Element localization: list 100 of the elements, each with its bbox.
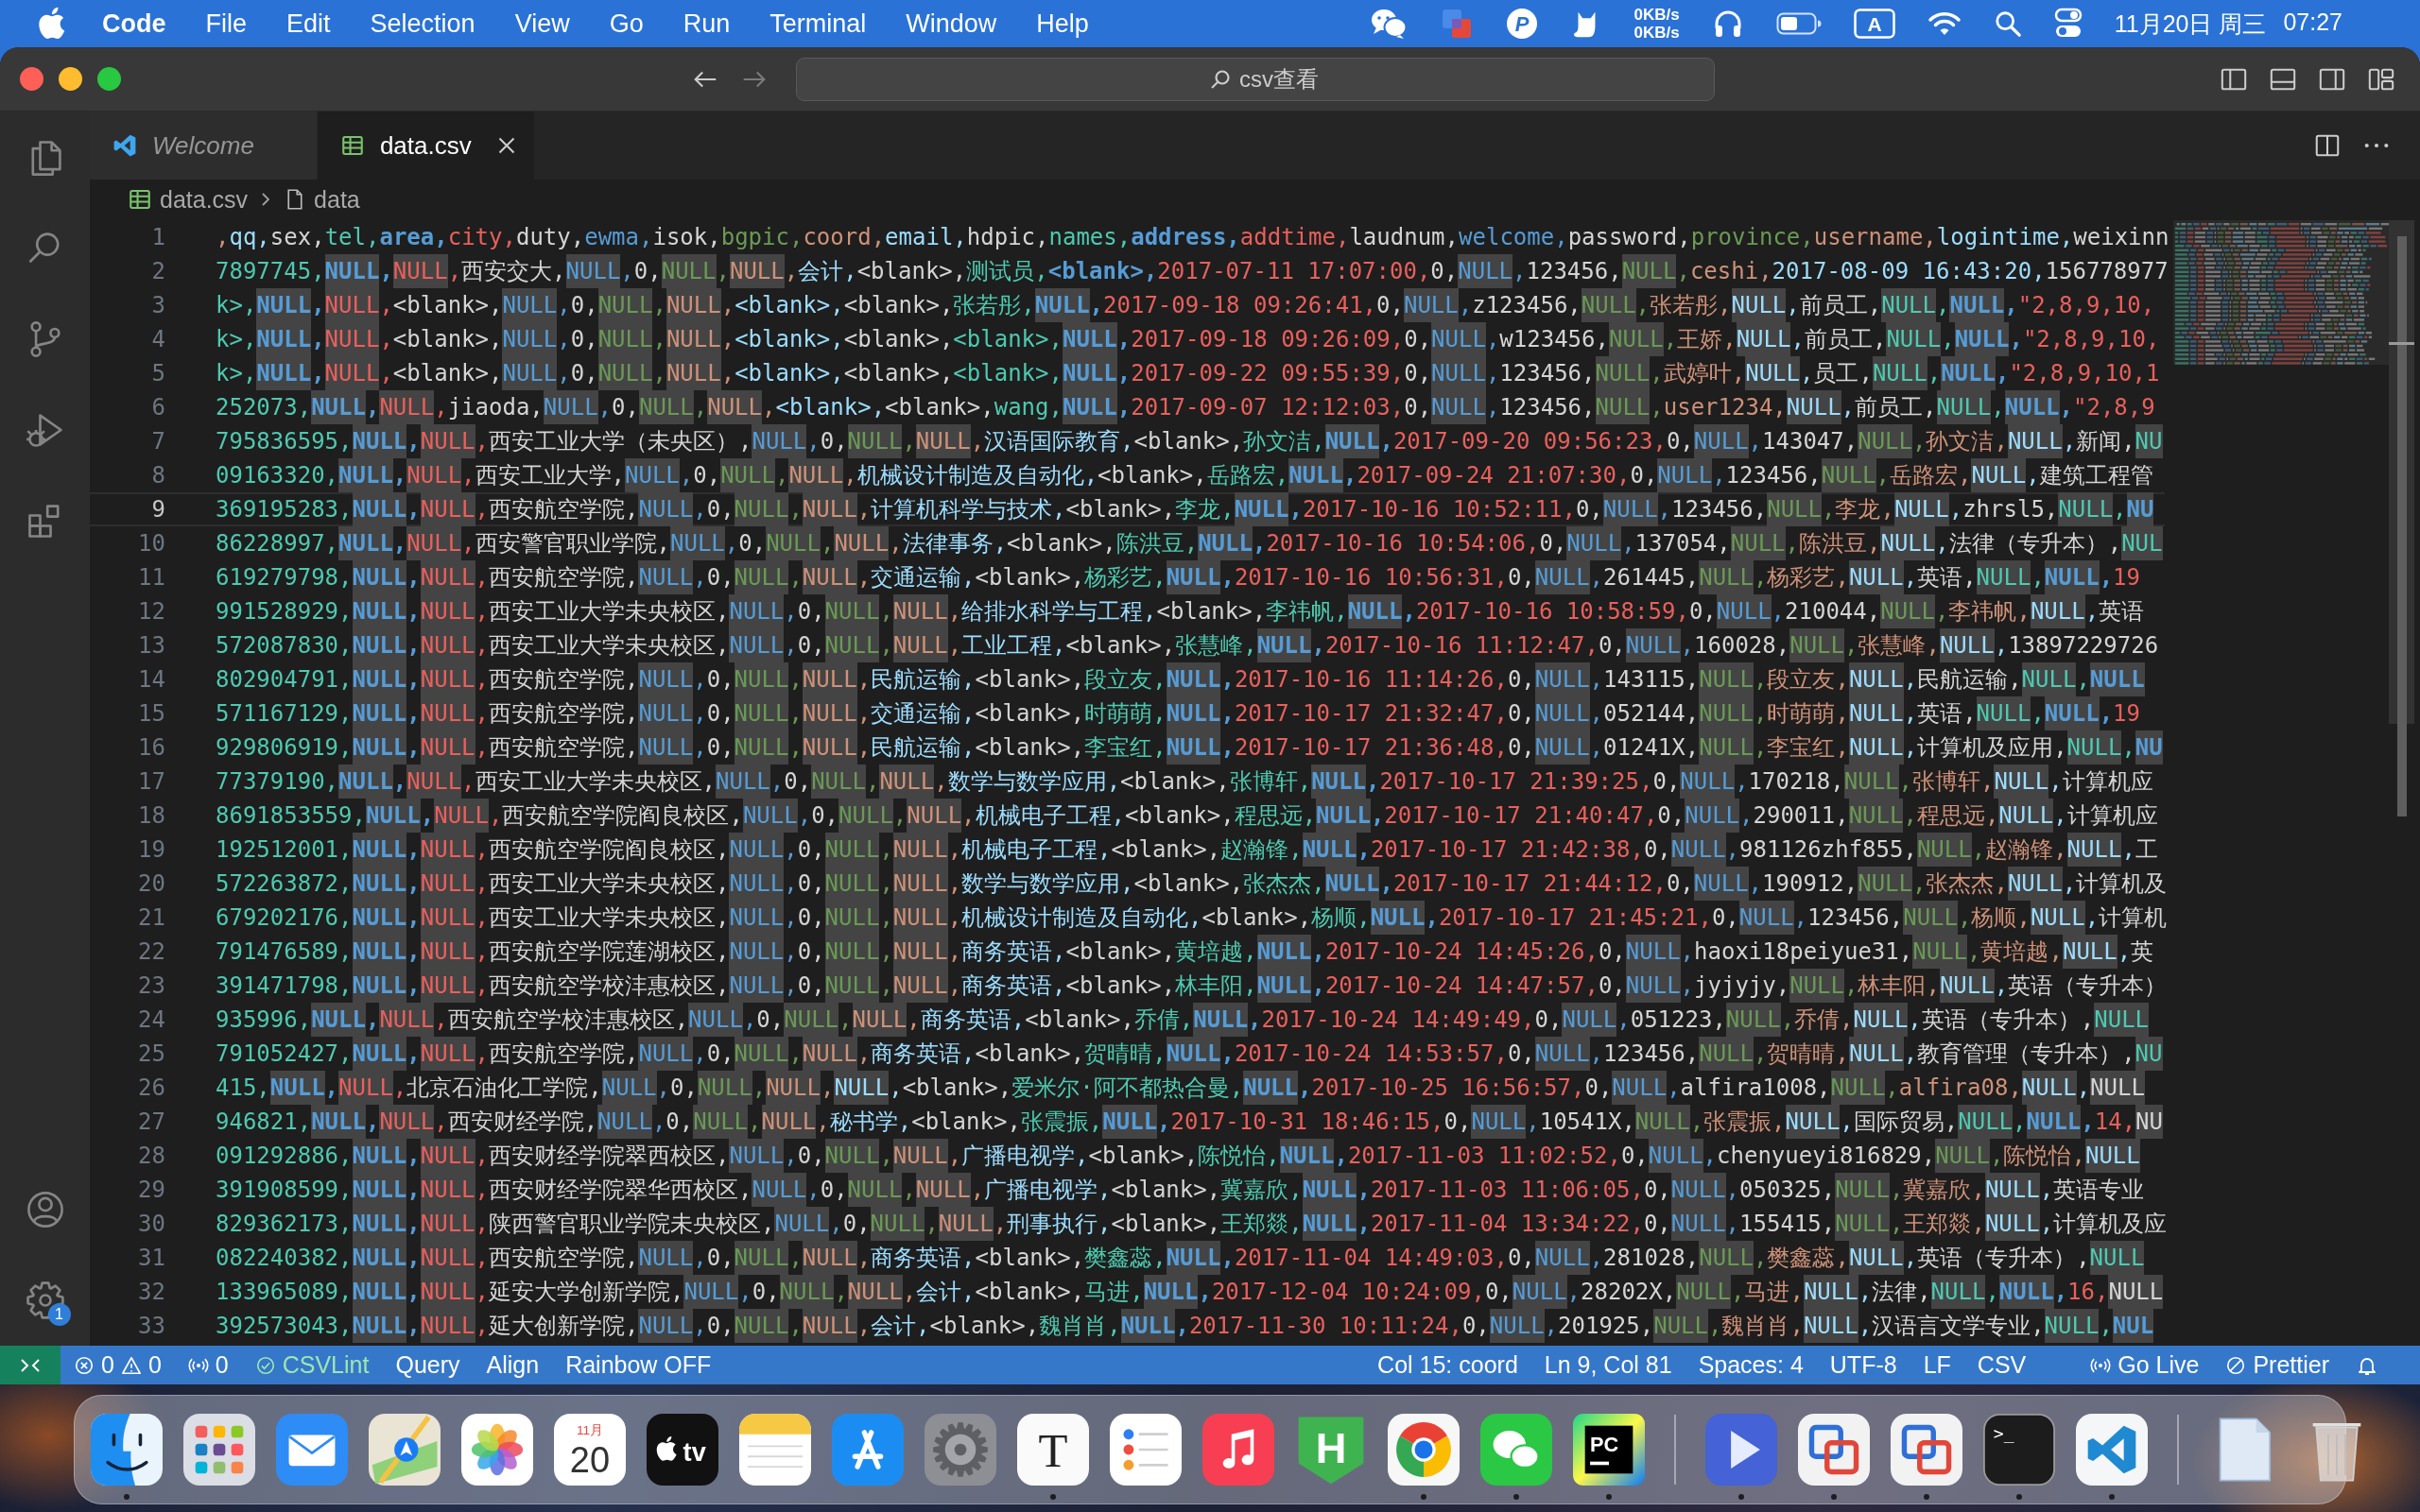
chat-bubbles-tile-icon[interactable] (1480, 1414, 1552, 1486)
status-bar-item[interactable]: CSV (1963, 1346, 2040, 1384)
gear-tile-icon[interactable] (925, 1414, 996, 1486)
line-number: 19 (137, 835, 165, 865)
music-note-tile-icon[interactable] (1202, 1414, 1274, 1486)
line-number: 1 (150, 223, 165, 252)
overlapping-squares-tile-icon[interactable] (1891, 1414, 1962, 1486)
search-icon[interactable] (1993, 9, 2022, 38)
status-bar-item[interactable]: Ln 9, Col 81 (1530, 1346, 1685, 1384)
notification-badge: 1 (47, 1303, 71, 1326)
map-tile-icon[interactable] (369, 1414, 441, 1486)
code-line: 86228997,NULL,NULL,西安警官职业学院,NULL,0,NULL,NULL,法律事务,<blank>,陈洪豆,NULL,2017-10-16 10:54:06,0,NULL,137054,NULL,陈洪豆,NULL,法律（专升本）,NUL (216, 526, 2163, 560)
status-bar-item[interactable]: Go Live (2077, 1346, 2213, 1384)
a-strokes-tile-icon[interactable] (832, 1414, 904, 1486)
menu-item[interactable]: Edit (286, 0, 331, 47)
slash-circle-icon (2225, 1354, 2247, 1376)
wifi-icon[interactable] (1927, 10, 1962, 37)
calendar-tile-icon[interactable]: 11月 20 (554, 1414, 626, 1486)
menu-item[interactable]: View (514, 0, 570, 47)
minimap-drawing[interactable] (2173, 220, 2389, 365)
menu-item[interactable]: Help (1036, 0, 1089, 47)
code-line: 935996,NULL,NULL,西安航空学校沣惠校区,NULL,0,NULL,NULL,商务英语,<blank>,乔倩,NULL,2017-10-24 14:49:49,0,NULL,051223,NULL,乔倩,NULL,英语（专升本）,NULL (216, 1003, 2150, 1037)
code-line: 391908599,NULL,NULL,西安财经学院翠华西校区,NULL,0,NULL,NULL,广播电视学,<blank>,冀嘉欣,NULL,2017-11-03 11:06:05,0,NULL,050325,NULL,冀嘉欣,NULL,英语专业 (216, 1173, 2145, 1207)
command-center-field[interactable]: csv查看 (796, 57, 1715, 101)
editor-tab[interactable]: data.csv (317, 112, 535, 180)
window-close-button[interactable] (20, 67, 43, 91)
line-number: 11 (137, 563, 165, 593)
chat-bubbles-icon[interactable] (1369, 8, 1408, 40)
status-bar-item[interactable]: Rainbow OFF (552, 1346, 725, 1384)
menu-item[interactable]: Terminal (769, 0, 867, 47)
app-menu[interactable]: Code (102, 0, 166, 47)
code-line: 791052427,NULL,NULL,西安航空学院,NULL,0,NULL,NULL,商务英语,<blank>,贺晴晴,NULL,2017-10-24 14:53:57,0,NULL,123456,NULL,贺晴晴,NULL,教育管理（专升本）,NU (216, 1037, 2163, 1071)
breadcrumb-item[interactable]: data (284, 185, 360, 214)
network-speed: 0KB/s (1634, 6, 1680, 24)
letter-tile-icon[interactable]: T (1017, 1414, 1089, 1486)
status-bar-item[interactable]: LF (1910, 1346, 1964, 1384)
code-line: 791476589,NULL,NULL,西安航空学院莲湖校区,NULL,0,NULL,NULL,商务英语,<blank>,黄培越,NULL,2017-10-24 14:45:26,0,NULL,haoxi18peiyue31,NULL,黄培越,NULL,英 (216, 935, 2154, 969)
grid-tile-icon[interactable] (183, 1414, 255, 1486)
line-number: 15 (137, 699, 165, 729)
line-number: 7 (150, 427, 165, 456)
code-line: 369195283,NULL,NULL,西安航空学院,NULL,0,NULL,NULL,计算机科学与技术,<blank>,李龙,NULL,2017-10-16 10:52:11,0,NULL,123456,NULL,李龙,NULL,zhrsl5,NULL,NU (216, 492, 2154, 526)
ribbon-tile-icon[interactable] (2076, 1414, 2148, 1486)
code-line: 802904791,NULL,NULL,西安航空学院,NULL,0,NULL,NULL,民航运输,<blank>,段立友,NULL,2017-10-16 11:14:26,0,NULL,143115,NULL,段立友,NULL,民航运输,NULL,NULL (216, 662, 2145, 696)
toggle-switches-icon[interactable] (2053, 8, 2083, 40)
settings-icon[interactable] (24, 1280, 66, 1321)
code-line: 09163320,NULL,NULL,西安工业大学,NULL,0,NULL,NULL,机械设计制造及自动化,<blank>,岳路宏,NULL,2017-09-24 21:07:30,0,NULL,123456,NULL,岳路宏,NULL,建筑工程管 (216, 458, 2153, 492)
overlapping-squares-tile-icon[interactable] (1798, 1414, 1870, 1486)
clock-time[interactable]: 07:27 (2283, 8, 2342, 40)
notepad-tile-icon[interactable] (739, 1414, 811, 1486)
envelope-tile-icon[interactable] (276, 1414, 348, 1486)
status-bar-item[interactable]: Prettier (2212, 1346, 2342, 1384)
terminal-tile-icon[interactable]: >_ (1983, 1414, 2055, 1486)
menu-item[interactable]: Selection (370, 0, 475, 47)
line-number: 25 (137, 1040, 165, 1069)
line-number: 2 (150, 257, 165, 286)
battery-icon[interactable] (1775, 11, 1822, 36)
date-text[interactable]: 11月20日 周三 (2114, 8, 2267, 40)
code-line: 619279798,NULL,NULL,西安航空学院,NULL,0,NULL,NULL,交通运输,<blank>,杨彩艺,NULL,2017-10-16 10:56:31,0,NULL,261445,NULL,杨彩艺,NULL,英语,NULL,NULL,19 (216, 560, 2140, 594)
code-line: 8691853559,NULL,NULL,西安航空学院阎良校区,NULL,0,NULL,NULL,机械电子工程,<blank>,程思远,NULL,2017-10-17 21:40:47,0,NULL,290011,NULL,程思远,NULL,计算机应 (216, 799, 2158, 833)
editor-tab[interactable]: Welcome (90, 112, 318, 180)
breadcrumb-item[interactable]: data.csv (128, 185, 249, 214)
checklist-tile-icon[interactable] (1110, 1414, 1182, 1486)
code-line: 829362173,NULL,NULL,陕西警官职业学院未央校区,NULL,0,NULL,NULL,刑事执行,<blank>,王郑燚,NULL,2017-11-04 13:34:22,0,NULL,155415,NULL,王郑燚,NULL,计算机及应 (216, 1207, 2168, 1241)
code-line: ,qq,sex,tel,area,city,duty,ewma,isok,bgpic,coord,email,hdpic,names,address,addtime,laudnum,welcome,password,province,username,logintime,weixinn (216, 223, 2169, 252)
problems-button[interactable]: 0 0 (60, 1346, 175, 1384)
input-source-icon[interactable]: A (1853, 9, 1895, 39)
line-number: 10 (137, 529, 165, 558)
status-bar-item[interactable]: Col 15: coord (1364, 1346, 1531, 1384)
code-line: 082240382,NULL,NULL,西安航空学院,NULL,0,NULL,NULL,商务英语,<blank>,樊鑫蕊,NULL,2017-11-04 14:49:03,0,NULL,281028,NULL,樊鑫蕊,NULL,英语（专升本）,NULL (216, 1241, 2145, 1275)
status-bar-item[interactable]: Query (382, 1346, 474, 1384)
flower-tile-icon[interactable] (461, 1414, 533, 1486)
code-line: 572087830,NULL,NULL,西安工业大学未央校区,NULL,0,NULL,NULL,工业工程,<blank>,张慧峰,NULL,2017-10-16 11:12:47,0,NULL,160028,NULL,张慧峰,NULL,13897229726 (216, 628, 2159, 662)
line-number: 27 (137, 1108, 165, 1137)
menu-item[interactable]: Run (683, 0, 731, 47)
tv-tile-icon[interactable]: tv (647, 1414, 718, 1486)
code-line: 415,NULL,NULL,北京石油化工学院,NULL,0,NULL,NULL,NULL,<blank>,爱米尔·阿不都热合曼,NULL,2017-10-25 16:56:57,0,NULL,alfira1008,NULL,alfira08,NULL,NULL (216, 1071, 2145, 1105)
code-line: 091292886,NULL,NULL,西安财经学院翠西校区,NULL,0,NULL,NULL,广播电视学,<blank>,陈悦怡,NULL,2017-11-03 11:02:52,0,NULL,chenyueyi816829,NULL,陈悦怡,NULL (216, 1139, 2140, 1173)
status-bar-item[interactable]: Align (473, 1346, 553, 1384)
window-minimize-button[interactable] (59, 67, 82, 91)
status-bar-item[interactable]: UTF-8 (1816, 1346, 1910, 1384)
remote-button[interactable] (0, 1346, 60, 1384)
play-tile-icon[interactable] (1705, 1414, 1777, 1486)
window-zoom-button[interactable] (97, 67, 121, 91)
face-tile-icon[interactable] (91, 1414, 163, 1486)
menu-item[interactable]: File (205, 0, 247, 47)
code-line: 572263872,NULL,NULL,西安工业大学未央校区,NULL,0,NULL,NULL,数学与数学应用,<blank>,张杰杰,NULL,2017-10-17 21:44:12,0,NULL,190912,NULL,张杰杰,NULL,计算机及 (216, 867, 2168, 901)
apple-icon[interactable] (37, 7, 65, 41)
line-number: 20 (137, 869, 165, 899)
scrollbar-thumb[interactable] (2389, 220, 2414, 724)
menu-item[interactable]: Window (906, 0, 997, 47)
letter-circle-icon[interactable]: P (1505, 8, 1538, 40)
code-line: 391471798,NULL,NULL,西安航空学校沣惠校区,NULL,0,NULL,NULL,商务英语,<blank>,林丰阳,NULL,2017-10-24 14:47:57,0,NULL,jyjyjy,NULL,林丰阳,NULL,英语（专升本） (216, 969, 2168, 1003)
status-bar-item[interactable]: Spaces: 4 (1685, 1346, 1817, 1384)
menu-item[interactable]: Go (609, 0, 644, 47)
code-line: 7897745,NULL,NULL,西安交大,NULL,0,NULL,NULL,会计,<blank>,测试员,<blank>,2017-07-11 17:07:00,0,NULL,123456,NULL,ceshi,2017-08-09 16:43:20,156778977 (216, 254, 2169, 288)
status-bar-item[interactable]: CSVLint (241, 1346, 383, 1384)
monogram-tile-icon[interactable]: PC (1573, 1414, 1645, 1486)
ports-button[interactable]: 0 (174, 1346, 242, 1384)
table-icon (339, 133, 365, 158)
line-number: 23 (137, 971, 165, 1001)
